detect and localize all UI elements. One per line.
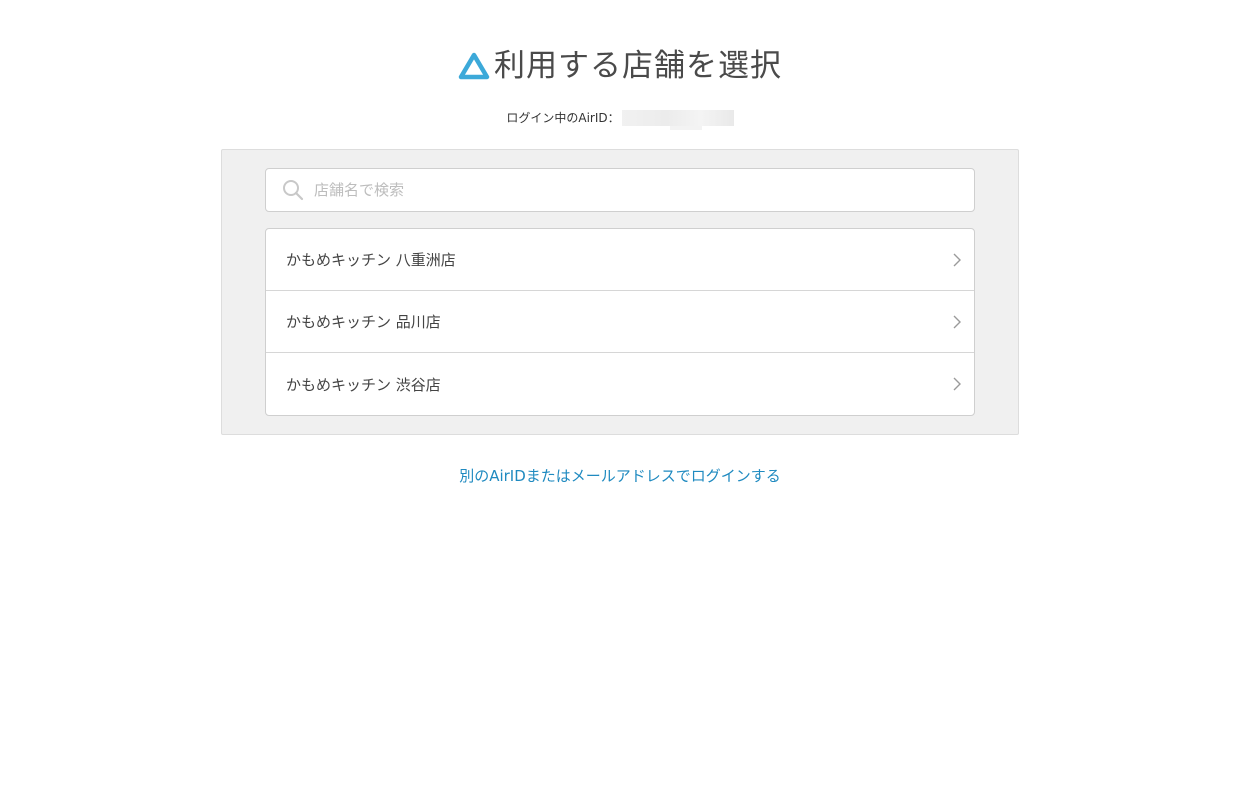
store-name: かもめキッチン 渋谷店 xyxy=(286,375,441,394)
store-list: かもめキッチン 八重洲店 かもめキッチン 品川店 かもめキッチン 渋谷店 xyxy=(265,228,975,416)
alt-login-link[interactable]: 別のAirIDまたはメールアドレスでログインする xyxy=(459,467,781,485)
store-item-shinagawa[interactable]: かもめキッチン 品川店 xyxy=(266,291,974,353)
store-item-yaesu[interactable]: かもめキッチン 八重洲店 xyxy=(266,229,974,291)
store-name: かもめキッチン 品川店 xyxy=(286,313,441,331)
search-box[interactable] xyxy=(265,168,975,212)
airid-logo-icon xyxy=(458,52,490,80)
login-id-label: ログイン中のAirID： xyxy=(506,111,620,125)
search-icon xyxy=(283,180,304,201)
store-name: かもめキッチン 八重洲店 xyxy=(286,251,456,269)
chevron-right-icon xyxy=(953,377,961,391)
page-title: 利用する店舗を選択 xyxy=(494,48,782,84)
alt-login-container: 別のAirIDまたはメールアドレスでログインする xyxy=(0,465,1240,486)
store-item-shibuya[interactable]: かもめキッチン 渋谷店 xyxy=(266,353,974,415)
store-select-page: 利用する店舗を選択 ログイン中のAirID： かもめキッチン 八重洲店 かもめキ… xyxy=(0,0,1240,793)
store-panel: かもめキッチン 八重洲店 かもめキッチン 品川店 かもめキッチン 渋谷店 xyxy=(221,149,1019,435)
chevron-right-icon xyxy=(953,253,961,266)
search-input[interactable] xyxy=(314,181,954,199)
login-info: ログイン中のAirID： xyxy=(0,109,1240,130)
page-header: 利用する店舗を選択 xyxy=(0,46,1240,86)
chevron-right-icon xyxy=(953,315,961,328)
masked-airid xyxy=(621,109,734,130)
